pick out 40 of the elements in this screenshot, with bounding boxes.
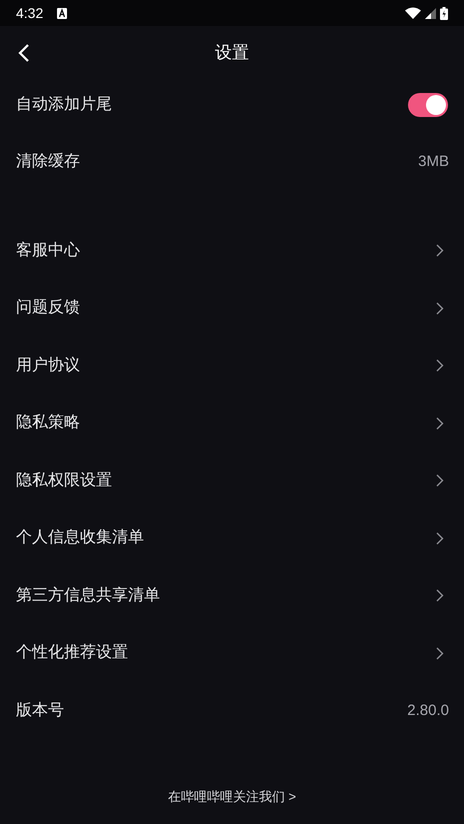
settings-row[interactable]: 版本号 2.80.0 [0,682,464,740]
wifi-icon [405,7,421,19]
battery-icon [440,6,448,20]
settings-row[interactable]: 客服中心 [0,222,464,280]
settings-row[interactable]: 问题反馈 [0,280,464,337]
settings-row[interactable]: 个人信息收集清单 [0,510,464,567]
row-label: 版本号 [16,700,64,721]
row-label: 隐私策略 [16,413,80,434]
notification-icon [57,8,68,18]
row-label: 用户协议 [16,356,80,376]
chevron-right-icon [436,244,444,258]
toggle-switch[interactable] [408,92,448,117]
settings-row[interactable]: 用户协议 [0,337,464,394]
row-value: 2.80.0 [407,700,449,720]
chevron-right-icon [436,359,444,372]
row-value: 3MB [418,152,449,172]
row-label: 自动添加片尾 [16,94,112,115]
row-label: 问题反馈 [16,298,80,318]
settings-row[interactable]: 个性化推荐设置 [0,624,464,682]
chevron-right-icon [436,474,444,488]
settings-row[interactable]: 清除缓存 3MB [0,134,464,191]
chevron-right-icon [436,646,444,660]
settings-row[interactable]: 隐私权限设置 [0,452,464,510]
settings-row[interactable]: 第三方信息共享清单 [0,567,464,624]
follow-us-link[interactable]: 在哔哩哔哩关注我们 > [168,786,296,806]
row-label: 第三方信息共享清单 [16,586,160,606]
settings-row[interactable]: 自动添加片尾 [0,76,464,134]
row-label: 客服中心 [16,240,80,261]
chevron-right-icon [436,532,444,545]
row-label: 清除缓存 [16,152,80,172]
chevron-right-icon [436,589,444,602]
chevron-right-icon [436,416,444,430]
row-label: 个性化推荐设置 [16,642,128,664]
row-label: 隐私权限设置 [16,470,112,491]
status-time: 4:32 [16,4,44,22]
chevron-right-icon [436,302,444,315]
settings-row[interactable]: 隐私策略 [0,394,464,452]
signal-icon [425,8,436,18]
row-label: 个人信息收集清单 [16,528,144,548]
page-title: 设置 [215,42,249,64]
